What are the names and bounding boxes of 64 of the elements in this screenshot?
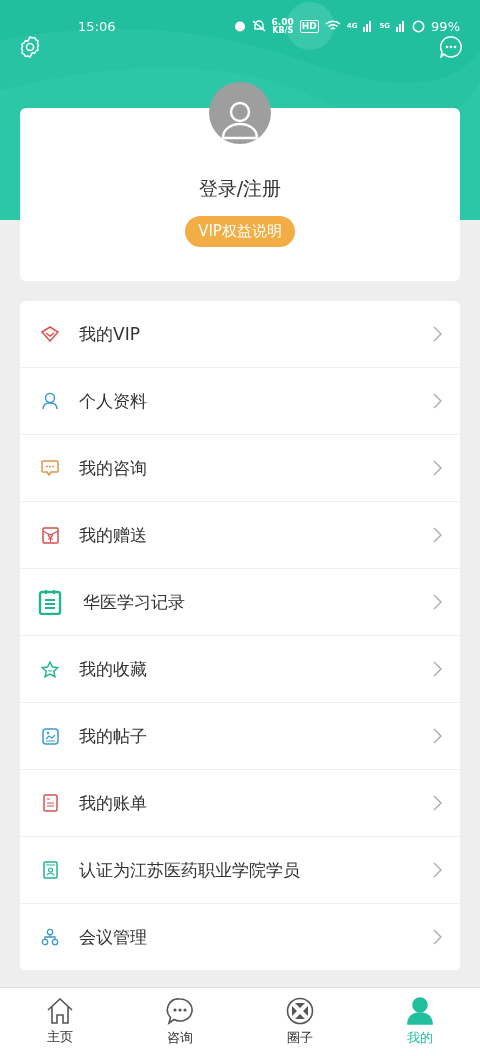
mute-icon [251, 20, 266, 32]
tab-label: 圈子 [287, 1029, 313, 1047]
wifi-icon [324, 20, 341, 32]
person-icon [42, 392, 58, 410]
nav-tab[interactable]: 主页 [0, 988, 120, 1056]
menu-label: 个人资料 [79, 389, 148, 413]
chevron-right-icon [433, 393, 442, 409]
menu-label: 我的帖子 [79, 724, 148, 748]
envelope-icon [41, 526, 59, 544]
chevron-right-icon [433, 527, 442, 543]
chevron-right-icon [433, 795, 442, 811]
aperture-icon [286, 997, 314, 1025]
menu-item[interactable]: 会议管理 [20, 904, 460, 971]
menu-label: 会议管理 [79, 925, 148, 949]
menu-item[interactable]: 我的咨询 [20, 435, 460, 502]
chat-icon [166, 997, 194, 1025]
nav-tab[interactable]: 咨询 [120, 988, 240, 1056]
menu-item[interactable]: 我的账单 [20, 770, 460, 837]
menu-item[interactable]: 我的帖子 [20, 703, 460, 770]
tab-label: 我的 [407, 1029, 433, 1047]
menu-item[interactable]: 华医学习记录 [20, 569, 460, 636]
menu-label: 华医学习记录 [83, 590, 186, 614]
nav-tab[interactable]: 圈子 [240, 988, 360, 1056]
more-icon[interactable] [440, 36, 462, 58]
chevron-right-icon [433, 326, 442, 342]
battery-icon [412, 19, 426, 33]
hd-indicator: HD [299, 19, 319, 33]
network-speed: 6.00 [271, 17, 294, 27]
signal-icon [396, 20, 407, 32]
tab-label: 主页 [47, 1028, 73, 1046]
person-icon [407, 997, 433, 1025]
signal-icon [363, 20, 374, 32]
menu-item[interactable]: 我的赠送 [20, 502, 460, 569]
menu-label: 我的账单 [79, 791, 148, 815]
chevron-right-icon [433, 594, 442, 610]
menu-label: 我的咨询 [79, 456, 148, 480]
chevron-right-icon [433, 661, 442, 677]
login-register-link[interactable]: 登录/注册 [198, 176, 282, 202]
battery-level: 99% [431, 18, 460, 34]
menu-item[interactable]: 我的VIP [20, 301, 460, 368]
settings-icon[interactable] [18, 35, 42, 59]
tab-label: 咨询 [167, 1029, 193, 1047]
home-icon [46, 998, 74, 1024]
status-time: 15:06 [78, 18, 117, 34]
menu-label: 我的VIP [79, 322, 141, 346]
menu-label: 认证为江苏医药职业学院学员 [79, 858, 301, 882]
clipboard-icon [38, 589, 62, 615]
image-icon [41, 727, 59, 745]
document-icon [42, 794, 58, 812]
chevron-right-icon [433, 728, 442, 744]
menu-label: 我的赠送 [79, 523, 148, 547]
chevron-right-icon [433, 929, 442, 945]
menu-label: 我的收藏 [79, 657, 148, 681]
id-card-icon [42, 861, 58, 879]
menu-item[interactable]: 我的收藏 [20, 636, 460, 703]
hierarchy-icon [41, 928, 59, 946]
chevron-right-icon [433, 862, 442, 878]
chevron-right-icon [433, 460, 442, 476]
chat-icon [41, 460, 59, 476]
menu-item[interactable]: 认证为江苏医药职业学院学员 [20, 837, 460, 904]
menu-item[interactable]: 个人资料 [20, 368, 460, 435]
speed-unit: KB/S [272, 26, 294, 35]
diamond-icon [41, 326, 59, 342]
star-icon [41, 660, 59, 678]
